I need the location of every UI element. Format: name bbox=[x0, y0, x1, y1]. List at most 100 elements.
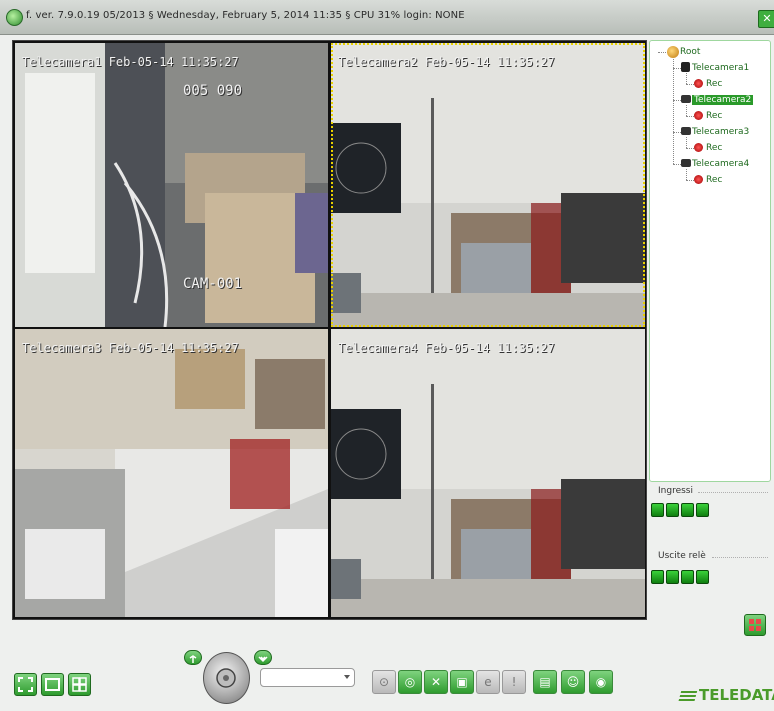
tree-root[interactable]: Root bbox=[680, 47, 700, 57]
camera-4-osd: Telecamera4 Feb-05-14 11:35:27 bbox=[338, 341, 555, 355]
camera-icon bbox=[681, 159, 691, 167]
camera-1-label: CAM-001 bbox=[183, 276, 243, 292]
tree-line bbox=[686, 169, 687, 180]
camera-icon bbox=[681, 62, 690, 72]
camera-3-image bbox=[15, 329, 328, 617]
zoom-in-button[interactable] bbox=[184, 650, 202, 665]
chevron-down-icon bbox=[344, 675, 350, 679]
root-icon bbox=[667, 46, 679, 58]
camera-4-image bbox=[331, 329, 645, 617]
outputs-label: Uscite relè bbox=[658, 551, 706, 561]
settings-button[interactable]: ✕ bbox=[424, 670, 448, 694]
brand-name: TELEDATA bbox=[699, 686, 774, 704]
snapshot-button[interactable]: ⊙ bbox=[372, 670, 396, 694]
title-bar: f. ver. 7.9.0.19 05/2013 § Wednesday, Fe… bbox=[0, 0, 774, 35]
tools-icon: ✕ bbox=[430, 675, 442, 689]
brand-logo: TELEDATA bbox=[678, 686, 774, 704]
tree-line bbox=[686, 105, 687, 116]
record-icon bbox=[694, 111, 703, 120]
tree-line bbox=[673, 132, 681, 133]
browser-icon: e bbox=[484, 675, 492, 689]
tree-item-rec-4[interactable]: Rec bbox=[706, 175, 722, 185]
tree-line bbox=[686, 73, 687, 84]
output-led-2[interactable] bbox=[666, 570, 679, 584]
teledata-logo-icon bbox=[678, 690, 698, 701]
camera-2-image bbox=[331, 43, 645, 327]
zoom-in-icon bbox=[189, 655, 197, 663]
tree-line bbox=[686, 180, 694, 181]
tree-item-rec-2[interactable]: Rec bbox=[706, 111, 722, 121]
output-led-3[interactable] bbox=[681, 570, 694, 584]
quad-view-icon bbox=[72, 677, 87, 692]
relay-grid-icon bbox=[749, 619, 761, 631]
output-led-4[interactable] bbox=[696, 570, 709, 584]
title-text: f. ver. 7.9.0.19 05/2013 § Wednesday, Fe… bbox=[26, 10, 465, 21]
camera-tree: Root Telecamera1 Rec Telecamera2 Rec Tel… bbox=[649, 40, 771, 482]
tree-item-telecamera4[interactable]: Telecamera4 bbox=[692, 159, 749, 169]
tree-item-rec-1[interactable]: Rec bbox=[706, 79, 722, 89]
tree-line bbox=[686, 116, 694, 117]
users-button[interactable]: ☺ bbox=[561, 670, 585, 694]
input-led-2 bbox=[666, 503, 679, 517]
info-icon: ◉ bbox=[595, 675, 607, 689]
tree-line bbox=[673, 68, 681, 69]
output-led-1[interactable] bbox=[651, 570, 664, 584]
camera-3-osd: Telecamera3 Feb-05-14 11:35:27 bbox=[22, 341, 239, 355]
quad-view-button[interactable] bbox=[68, 673, 91, 696]
photo-button[interactable]: ▣ bbox=[450, 670, 474, 694]
camera-view-4[interactable]: Telecamera4 Feb-05-14 11:35:27 bbox=[331, 329, 645, 617]
camera-icon bbox=[681, 95, 691, 103]
app-logo-icon bbox=[6, 9, 23, 26]
tree-line bbox=[686, 84, 694, 85]
tree-line bbox=[686, 137, 687, 148]
ptz-center-icon bbox=[216, 668, 236, 688]
preset-dropdown[interactable] bbox=[260, 668, 355, 687]
camera-view-1[interactable]: Telecamera1 Feb-05-14 11:35:27 005 090 C… bbox=[15, 43, 328, 327]
video-grid: Telecamera1 Feb-05-14 11:35:27 005 090 C… bbox=[12, 40, 647, 620]
user-icon: ☺ bbox=[566, 675, 580, 689]
tree-line bbox=[673, 100, 681, 101]
single-view-icon bbox=[45, 678, 60, 691]
inputs-divider bbox=[698, 492, 768, 493]
record-icon bbox=[694, 175, 703, 184]
camera-1-ptz-readout: 005 090 bbox=[183, 83, 243, 99]
zoom-out-icon bbox=[258, 656, 268, 663]
tree-item-telecamera2[interactable]: Telecamera2 bbox=[692, 95, 754, 105]
alarm-icon: ! bbox=[511, 675, 517, 689]
camera-icon bbox=[681, 127, 691, 135]
inputs-label: Ingressi bbox=[658, 486, 693, 496]
input-led-4 bbox=[696, 503, 709, 517]
info-button[interactable]: ◉ bbox=[589, 670, 613, 694]
camera-1-osd: Telecamera1 Feb-05-14 11:35:27 bbox=[22, 55, 239, 69]
fullscreen-button[interactable] bbox=[14, 673, 37, 696]
ptz-joystick[interactable] bbox=[203, 652, 250, 704]
tree-line bbox=[673, 59, 674, 164]
input-led-1 bbox=[651, 503, 664, 517]
tree-line bbox=[686, 148, 694, 149]
close-button[interactable]: ✕ bbox=[758, 10, 774, 28]
record-icon bbox=[694, 79, 703, 88]
camera-snapshot-icon: ⊙ bbox=[378, 675, 390, 689]
speaker-icon: ◎ bbox=[404, 675, 416, 689]
playback-button[interactable]: ▤ bbox=[533, 670, 557, 694]
zoom-out-button[interactable] bbox=[254, 650, 272, 665]
fullscreen-icon bbox=[18, 677, 33, 692]
input-led-3 bbox=[681, 503, 694, 517]
browser-button[interactable]: e bbox=[476, 670, 500, 694]
tree-line bbox=[673, 164, 681, 165]
single-view-button[interactable] bbox=[41, 673, 64, 696]
tree-item-telecamera3[interactable]: Telecamera3 bbox=[692, 127, 749, 137]
film-icon: ▤ bbox=[539, 675, 551, 689]
audio-button[interactable]: ◎ bbox=[398, 670, 422, 694]
outputs-divider bbox=[712, 557, 768, 558]
camera-view-2[interactable]: Telecamera2 Feb-05-14 11:35:27 bbox=[331, 43, 645, 327]
tree-item-telecamera1[interactable]: Telecamera1 bbox=[692, 63, 749, 73]
camera-view-3[interactable]: Telecamera3 Feb-05-14 11:35:27 bbox=[15, 329, 328, 617]
camera-2-osd: Telecamera2 Feb-05-14 11:35:27 bbox=[338, 55, 555, 69]
relay-grid-button[interactable] bbox=[744, 614, 766, 636]
alarm-button[interactable]: ! bbox=[502, 670, 526, 694]
camera-1-image bbox=[15, 43, 328, 327]
record-icon bbox=[694, 143, 703, 152]
photo-camera-icon: ▣ bbox=[456, 675, 468, 689]
tree-item-rec-3[interactable]: Rec bbox=[706, 143, 722, 153]
